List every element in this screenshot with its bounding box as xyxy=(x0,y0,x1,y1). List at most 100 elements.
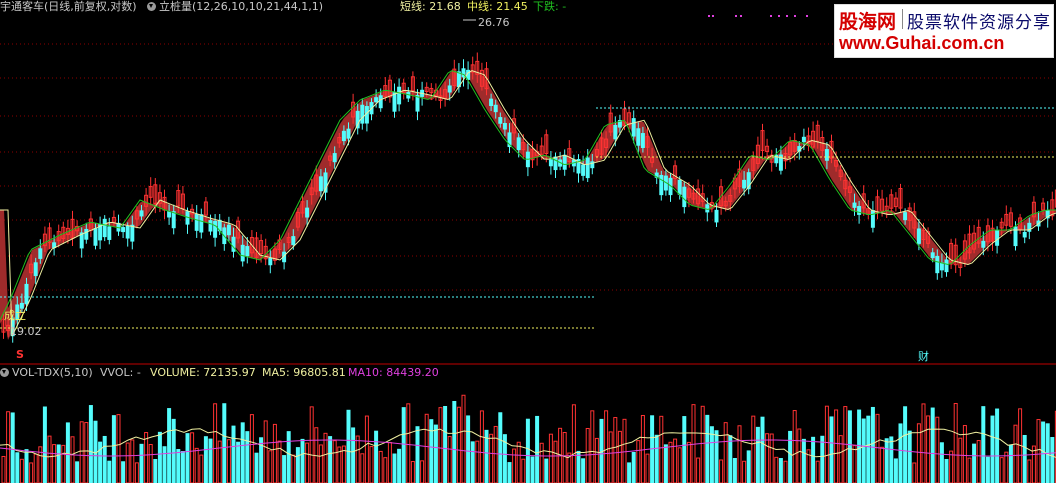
candle-body xyxy=(226,224,231,236)
volume-bar xyxy=(139,443,144,483)
volume-bar xyxy=(530,456,535,483)
candle-body xyxy=(613,125,618,140)
volume-bar xyxy=(742,460,747,483)
candle-body xyxy=(305,207,310,218)
candle-body xyxy=(801,136,806,143)
indicator-header[interactable]: 立桩量(12,26,10,10,21,44,1,1) xyxy=(147,0,323,13)
volume-bar xyxy=(185,433,190,483)
volume-header[interactable]: VOL-TDX(5,10) xyxy=(0,366,93,379)
volume-bar xyxy=(144,432,149,483)
candle-body xyxy=(677,179,682,195)
volume-bar xyxy=(351,427,356,483)
candle-body xyxy=(682,186,687,208)
volume-bar xyxy=(912,462,917,483)
candle-body xyxy=(916,228,921,244)
volume-bar xyxy=(921,403,926,483)
candle-body xyxy=(447,85,452,93)
down-value: 下跌: - xyxy=(533,0,567,13)
candle-body xyxy=(930,252,935,259)
volume-bar xyxy=(277,440,282,483)
volume-bar xyxy=(898,423,903,483)
ma5-value: MA5: 96805.81 xyxy=(262,366,346,379)
volume-bar xyxy=(838,435,843,483)
volume-bar xyxy=(116,414,121,483)
candle-body xyxy=(318,176,323,192)
signal-dot xyxy=(770,15,772,17)
candle-body xyxy=(502,122,507,130)
volume-bar xyxy=(208,438,213,483)
volume-bar xyxy=(84,422,89,483)
mid-line-value: 中线: 21.45 xyxy=(467,0,528,13)
candle-body xyxy=(1022,231,1027,238)
volume-bar xyxy=(778,458,783,483)
candle-body xyxy=(714,209,719,223)
chevron-circle-icon[interactable] xyxy=(147,2,156,11)
volume-bar xyxy=(19,458,24,483)
candle-body xyxy=(548,159,553,167)
volume-bar xyxy=(875,413,880,483)
volume-bar xyxy=(171,418,176,483)
candle-body xyxy=(341,130,346,142)
candle-body xyxy=(857,206,862,215)
volume-bar xyxy=(236,441,241,483)
chevron-circle-icon[interactable] xyxy=(0,368,9,377)
volume-bar xyxy=(213,403,218,483)
volume-bar xyxy=(627,462,632,483)
volume-bar xyxy=(746,450,751,483)
volume-bar xyxy=(696,457,701,483)
volume-bar xyxy=(167,408,172,483)
candle-body xyxy=(378,95,383,109)
volume-bar xyxy=(857,409,862,483)
candle-body xyxy=(130,224,135,242)
vvol-value: VVOL: - xyxy=(100,366,141,379)
volume-bar xyxy=(719,459,724,483)
volume-bar xyxy=(263,420,268,483)
volume-bar xyxy=(774,456,779,483)
volume-bar xyxy=(613,417,618,483)
volume-bar xyxy=(157,431,162,483)
volume-bar xyxy=(590,410,595,483)
volume-bar xyxy=(1036,419,1041,483)
volume-bar xyxy=(792,410,797,483)
volume-bar xyxy=(617,430,622,483)
volume-bar xyxy=(15,452,20,483)
candle-body xyxy=(121,227,126,233)
candle-body xyxy=(84,228,89,240)
volume-bar xyxy=(1,455,6,483)
candle-body xyxy=(489,98,494,107)
volume-bar xyxy=(180,451,185,483)
volume-bar xyxy=(755,426,760,483)
volume-bar xyxy=(374,430,379,483)
watermark-brand: 股海网 xyxy=(839,11,897,33)
volume-bar xyxy=(493,425,498,483)
kline-chart[interactable] xyxy=(0,0,1056,483)
volume-bar xyxy=(507,462,512,483)
volume-bar xyxy=(33,453,38,483)
volume-bar xyxy=(355,435,360,483)
volume-bar xyxy=(967,457,972,483)
signal-dot xyxy=(786,15,788,17)
low-price-label: 19.02 xyxy=(10,325,42,338)
volume-bar xyxy=(6,411,11,483)
volume-bar xyxy=(677,447,682,483)
candle-body xyxy=(392,92,397,112)
volume-bar xyxy=(732,457,737,483)
volume-bar xyxy=(553,440,558,483)
volume-bar xyxy=(585,427,590,483)
volume-bar xyxy=(387,441,392,483)
signal-dot xyxy=(735,15,737,17)
volume-bar xyxy=(631,451,636,483)
candle-body xyxy=(640,133,645,149)
volume-value: VOLUME: 72135.97 xyxy=(150,366,256,379)
candle-body xyxy=(585,157,590,179)
candlesticks xyxy=(1,52,1056,343)
candle-body xyxy=(944,259,949,273)
volume-bar xyxy=(907,430,912,483)
candle-body xyxy=(493,104,498,113)
volume-bar xyxy=(443,406,448,483)
volume-bar xyxy=(705,414,710,483)
volume-bar xyxy=(75,461,80,483)
candle-body xyxy=(24,283,29,305)
volume-bar xyxy=(433,424,438,483)
volume-bar xyxy=(134,462,139,483)
